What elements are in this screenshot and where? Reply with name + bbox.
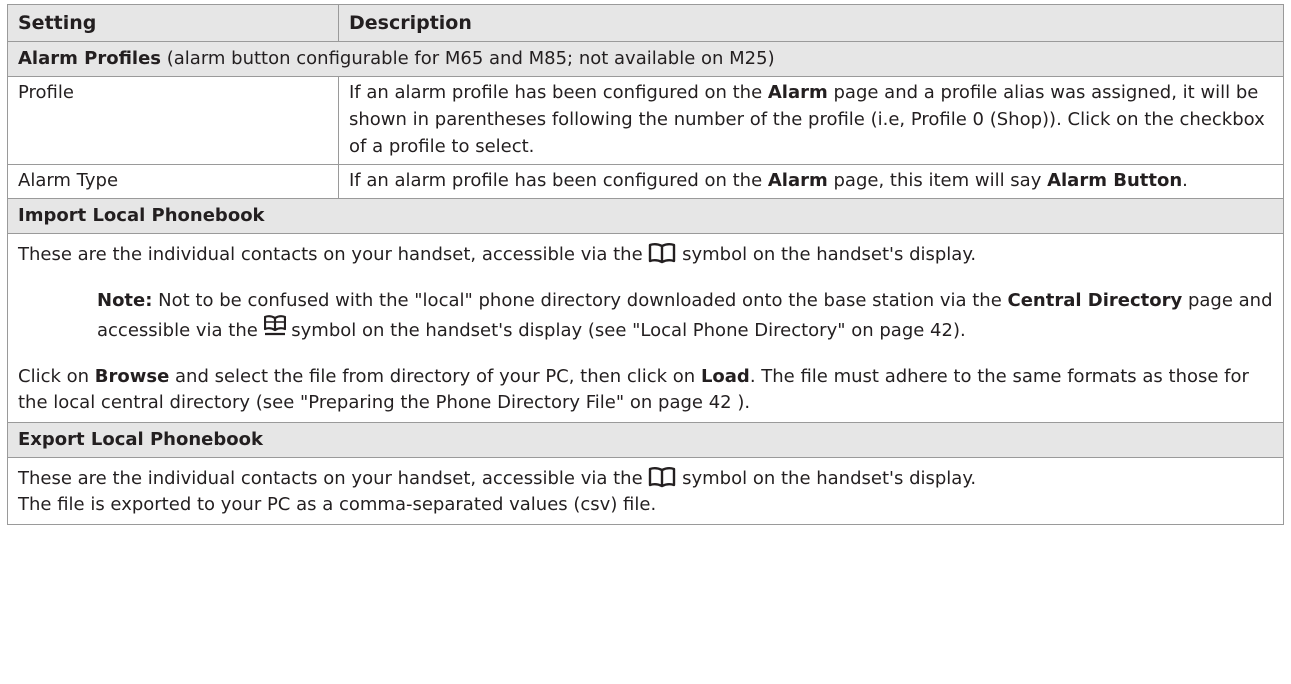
import-note: Note: Not to be confused with the "local… <box>97 290 1273 341</box>
import-title: Import Local Phonebook <box>18 205 265 226</box>
import-section-title-row: Import Local Phonebook <box>7 198 1284 234</box>
export-paragraph-2: The file is exported to your PC as a com… <box>18 494 657 515</box>
header-setting: Setting <box>7 4 339 42</box>
header-description: Description <box>338 4 1284 42</box>
table-row: Profile If an alarm profile has been con… <box>7 76 1284 165</box>
table-row: Alarm Type If an alarm profile has been … <box>7 164 1284 199</box>
export-section-title-row: Export Local Phonebook <box>7 422 1284 458</box>
export-title: Export Local Phonebook <box>18 429 263 450</box>
description-cell: If an alarm profile has been configured … <box>338 76 1284 165</box>
alarm-profiles-note: (alarm button configurable for M65 and M… <box>161 48 775 69</box>
description-cell: If an alarm profile has been configured … <box>338 164 1284 199</box>
setting-cell: Alarm Type <box>7 164 339 199</box>
directory-book-icon <box>263 314 286 338</box>
settings-table: Setting Description Alarm Profiles (alar… <box>7 4 1284 525</box>
import-paragraph-2: Click on Browse and select the file from… <box>18 366 1249 413</box>
import-paragraph-1: These are the individual contacts on you… <box>18 242 977 265</box>
open-book-icon <box>648 242 676 264</box>
alarm-profiles-title: Alarm Profiles <box>18 48 162 69</box>
alarm-profiles-section: Alarm Profiles (alarm button configurabl… <box>7 41 1284 77</box>
setting-cell: Profile <box>7 76 339 165</box>
table-header-row: Setting Description <box>7 4 1284 42</box>
open-book-icon <box>648 466 676 488</box>
import-section-body: These are the individual contacts on you… <box>7 233 1284 423</box>
export-paragraph-1: These are the individual contacts on you… <box>18 466 977 489</box>
export-section-body: These are the individual contacts on you… <box>7 457 1284 525</box>
